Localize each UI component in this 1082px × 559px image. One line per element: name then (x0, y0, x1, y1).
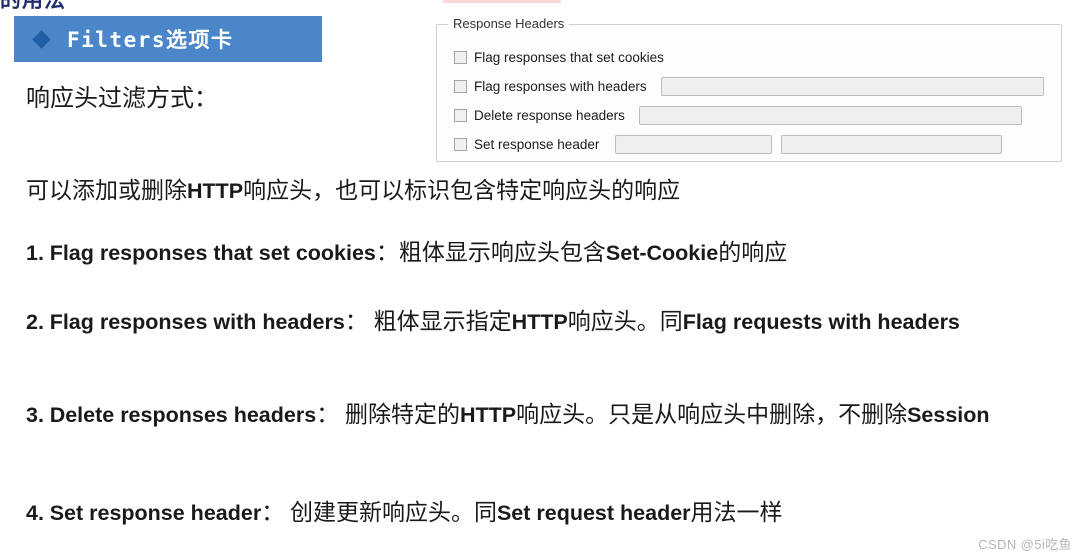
label-flag-responses-with-headers: Flag responses with headers (474, 79, 647, 94)
fiddler-response-headers-panel: Response Headers Flag responses that set… (436, 16, 1062, 162)
section-banner: Filters选项卡 (14, 16, 322, 62)
item-2-number: 2. (26, 310, 44, 334)
item-4-cn-a: 创建更新响应头。同 (284, 500, 497, 525)
item-3-cn-b: 响应头。只是从响应头中删除，不删除 (516, 402, 908, 427)
lead-part-a: 可以添加或删除 (26, 178, 187, 203)
lead-part-b: 响应头，也可以标识包含特定响应头的响应 (243, 178, 681, 203)
row-set-response-header[interactable]: Set response header (437, 130, 1061, 159)
item-2-title: Flag responses with headers (49, 310, 345, 334)
input-set-response-header-value[interactable] (781, 135, 1003, 154)
section-banner-title: Filters选项卡 (67, 28, 234, 52)
item-1-colon: ： (375, 240, 399, 265)
list-item-1: 1. Flag responses that set cookies：粗体显示响… (26, 236, 1056, 270)
item-1-cn-a: 粗体显示响应头包含 (398, 240, 606, 265)
item-4-number: 4. (26, 501, 44, 525)
item-4-colon: ： (261, 500, 285, 525)
lead-latin-http: HTTP (187, 179, 244, 203)
input-delete-response-headers[interactable] (638, 106, 1022, 125)
item-1-number: 1. (26, 241, 44, 265)
item-1-title: Flag responses that set cookies (49, 241, 376, 265)
list-item-4: 4. Set response header： 创建更新响应头。同Set req… (26, 496, 1056, 530)
checkbox-set-response-header[interactable] (454, 138, 467, 151)
item-2-cn-b: 响应头。同 (567, 309, 683, 334)
label-set-response-header: Set response header (474, 137, 600, 152)
item-3-title: Delete responses headers (49, 403, 317, 427)
row-flag-responses-that-set-cookies[interactable]: Flag responses that set cookies (437, 43, 1061, 72)
cutoff-heading: 的用法 (0, 0, 66, 12)
item-1-latin-set-cookie: Set-Cookie (605, 241, 719, 265)
row-delete-response-headers[interactable]: Delete response headers (437, 101, 1061, 130)
label-delete-response-headers: Delete response headers (474, 108, 625, 123)
item-2-latin-http: HTTP (511, 310, 568, 334)
item-4-title: Set response header (49, 501, 262, 525)
checkbox-flag-responses-that-set-cookies[interactable] (454, 51, 467, 64)
list-item-3: 3. Delete responses headers： 删除特定的HTTP响应… (26, 398, 1036, 432)
item-3-number: 3. (26, 403, 44, 427)
lead-paragraph: 可以添加或删除HTTP响应头，也可以标识包含特定响应头的响应 (26, 174, 1056, 208)
item-2-colon: ： (344, 309, 368, 334)
item-4-latin-ref: Set request header (496, 501, 691, 525)
item-3-latin-session: Session (907, 403, 990, 427)
groupbox-title: Response Headers (448, 16, 570, 31)
checkbox-flag-responses-with-headers[interactable] (454, 80, 467, 93)
row-flag-responses-with-headers[interactable]: Flag responses with headers (437, 72, 1061, 101)
response-headers-groupbox: Response Headers Flag responses that set… (436, 16, 1062, 162)
input-flag-responses-with-headers[interactable] (660, 77, 1044, 96)
checkbox-row-list: Flag responses that set cookies Flag res… (437, 43, 1061, 159)
item-2-cn-a: 粗体显示指定 (367, 309, 512, 334)
checkbox-delete-response-headers[interactable] (454, 109, 467, 122)
label-flag-responses-that-set-cookies: Flag responses that set cookies (474, 50, 664, 65)
list-item-2: 2. Flag responses with headers： 粗体显示指定HT… (26, 305, 966, 339)
item-2-latin-ref: Flag requests with headers (682, 310, 960, 334)
cutoff-highlight-bar (443, 0, 561, 3)
item-4-cn-b: 用法一样 (690, 500, 783, 525)
csdn-watermark: CSDN @5i吃鱼 (978, 537, 1072, 552)
input-set-response-header-name[interactable] (615, 135, 773, 154)
intro-text: 响应头过滤方式： (26, 86, 218, 112)
item-3-latin-http: HTTP (459, 403, 517, 427)
item-1-cn-b: 的响应 (718, 240, 788, 265)
diamond-bullet-icon (32, 29, 51, 49)
item-3-colon: ： (316, 402, 340, 427)
item-3-cn-a: 删除特定的 (339, 402, 460, 427)
